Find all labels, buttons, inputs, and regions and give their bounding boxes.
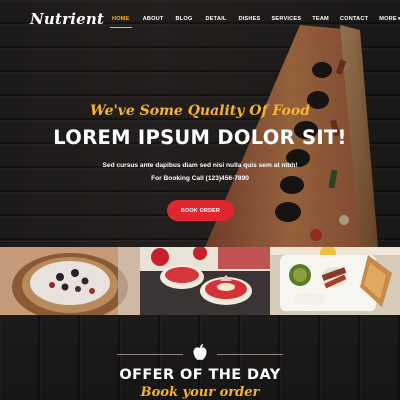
nav-item-home[interactable]: HOME: [110, 16, 132, 28]
hero-section: Nutrient HOME ABOUT BLOG DETAIL DISHES S…: [0, 0, 400, 247]
nav-item-blog[interactable]: BLOG: [175, 16, 192, 28]
top-nav: Nutrient HOME ABOUT BLOG DETAIL DISHES S…: [0, 0, 400, 38]
apple-icon: [193, 344, 207, 360]
nav-item-more-label: MORE: [379, 16, 397, 22]
strawberry-dessert-photo: [140, 247, 270, 315]
site-logo[interactable]: Nutrient: [30, 10, 104, 28]
nav-item-about[interactable]: ABOUT: [143, 16, 164, 28]
offer-section: OFFER OF THE DAY Book your order: [0, 315, 400, 400]
nav-item-services[interactable]: SERVICES: [271, 16, 301, 28]
main-menu: HOME ABOUT BLOG DETAIL DISHES SERVICES T…: [110, 16, 400, 28]
divider-right: [217, 354, 283, 355]
hero-headline: LOREM IPSUM DOLOR SIT!: [53, 126, 347, 149]
hero-subtext: Sed cursus ante dapibus diam sed nisi nu…: [102, 162, 298, 169]
food-gallery: [0, 247, 400, 315]
nav-item-more[interactable]: MORE▾: [379, 16, 400, 28]
breakfast-plate-photo: [270, 247, 400, 315]
nav-item-contact[interactable]: CONTACT: [340, 16, 368, 28]
nav-item-detail[interactable]: DETAIL: [205, 16, 226, 28]
divider-left: [117, 354, 183, 355]
hero-tagline: We've Some Quality Of Food: [89, 103, 311, 119]
book-order-button[interactable]: BOOK ORDER: [167, 200, 234, 221]
offer-subtitle: Book your order: [140, 385, 260, 400]
dessert-tart-photo: [0, 247, 140, 315]
nav-item-dishes[interactable]: DISHES: [238, 16, 260, 28]
hero-booking-phone: For Booking Call (123)456-7890: [151, 175, 249, 182]
offer-title: OFFER OF THE DAY: [119, 367, 281, 383]
nav-item-team[interactable]: TEAM: [312, 16, 329, 28]
